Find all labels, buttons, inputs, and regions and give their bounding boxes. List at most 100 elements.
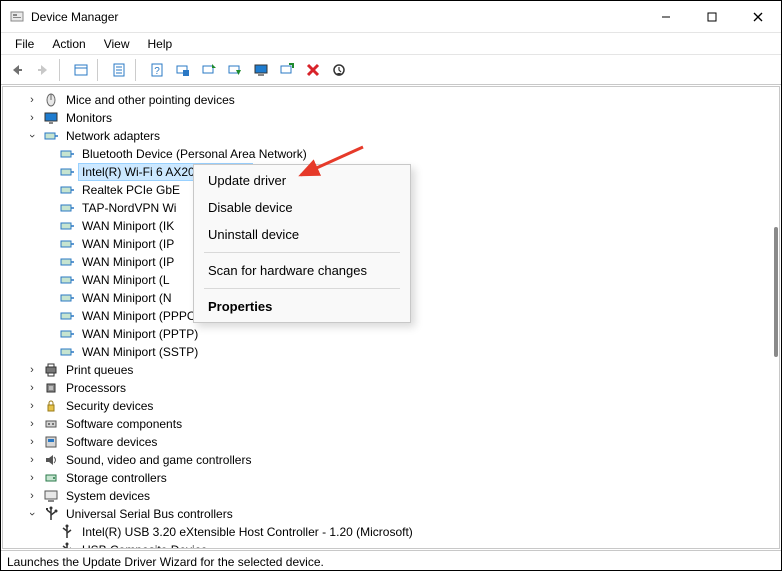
- minimize-button[interactable]: [643, 1, 689, 33]
- component-icon: [43, 416, 59, 432]
- tree-label: Bluetooth Device (Personal Area Network): [79, 146, 310, 162]
- tree-label: USB Composite Device: [79, 542, 210, 549]
- tree-node-monitors[interactable]: › Monitors: [3, 109, 779, 127]
- tree-label: TAP-NordVPN Wi: [79, 200, 179, 216]
- tree-label: System devices: [63, 488, 153, 504]
- usb-controller-icon: [59, 524, 75, 540]
- tree-label: Sound, video and game controllers: [63, 452, 254, 468]
- processor-icon: [43, 380, 59, 396]
- tree-node-usb[interactable]: › Universal Serial Bus controllers: [3, 505, 779, 523]
- menubar: File Action View Help: [1, 33, 781, 55]
- context-menu: Update driver Disable device Uninstall d…: [193, 164, 411, 323]
- chevron-right-icon[interactable]: ›: [25, 489, 39, 503]
- forward-button[interactable]: [31, 58, 55, 82]
- tree-node-swdevices[interactable]: › Software devices: [3, 433, 779, 451]
- tree-label: WAN Miniport (IP: [79, 254, 177, 270]
- ctx-disable-device[interactable]: Disable device: [194, 194, 410, 221]
- help-button[interactable]: ?: [145, 58, 169, 82]
- title-group: Device Manager: [9, 9, 643, 25]
- tree-label: WAN Miniport (IP: [79, 236, 177, 252]
- close-button[interactable]: [735, 1, 781, 33]
- ctx-uninstall-device[interactable]: Uninstall device: [194, 221, 410, 248]
- tree-label: WAN Miniport (PPTP): [79, 326, 201, 342]
- chevron-right-icon[interactable]: ›: [25, 111, 39, 125]
- tree-node-sound[interactable]: › Sound, video and game controllers: [3, 451, 779, 469]
- tree-label: Software devices: [63, 434, 160, 450]
- ctx-properties[interactable]: Properties: [194, 293, 410, 320]
- chevron-right-icon[interactable]: ›: [25, 471, 39, 485]
- scan-hardware-button[interactable]: [171, 58, 195, 82]
- tree-node-net-wan-sstp[interactable]: WAN Miniport (SSTP): [3, 343, 779, 361]
- statusbar: Launches the Update Driver Wizard for th…: [1, 550, 781, 572]
- chevron-down-icon[interactable]: ›: [25, 129, 39, 143]
- menu-file[interactable]: File: [7, 35, 42, 53]
- legacy-hardware-button[interactable]: [327, 58, 351, 82]
- maximize-button[interactable]: [689, 1, 735, 33]
- chevron-right-icon[interactable]: ›: [25, 453, 39, 467]
- network-adapter-icon: [59, 146, 75, 162]
- menu-action[interactable]: Action: [44, 35, 93, 53]
- network-adapter-icon: [59, 200, 75, 216]
- chevron-right-icon[interactable]: ›: [25, 417, 39, 431]
- ctx-update-driver[interactable]: Update driver: [194, 167, 410, 194]
- properties-button[interactable]: [107, 58, 131, 82]
- tree-node-processors[interactable]: › Processors: [3, 379, 779, 397]
- menu-view[interactable]: View: [96, 35, 138, 53]
- network-adapter-icon: [59, 254, 75, 270]
- chevron-right-icon[interactable]: ›: [25, 435, 39, 449]
- usb-controller-icon: [59, 542, 75, 549]
- chevron-right-icon[interactable]: ›: [25, 399, 39, 413]
- tree-label: Software components: [63, 416, 185, 432]
- tree-node-mice[interactable]: › Mice and other pointing devices: [3, 91, 779, 109]
- tree-node-storage[interactable]: › Storage controllers: [3, 469, 779, 487]
- toolbar-separator: [135, 59, 141, 81]
- printer-icon: [43, 362, 59, 378]
- statusbar-text: Launches the Update Driver Wizard for th…: [7, 555, 324, 569]
- chevron-right-icon[interactable]: ›: [25, 93, 39, 107]
- network-adapter-icon: [59, 182, 75, 198]
- tree-node-usb-composite[interactable]: USB Composite Device: [3, 541, 779, 549]
- menu-help[interactable]: Help: [140, 35, 181, 53]
- ctx-separator: [204, 252, 400, 253]
- back-button[interactable]: [5, 58, 29, 82]
- tree-label: WAN Miniport (N: [79, 290, 175, 306]
- show-hidden-button[interactable]: [69, 58, 93, 82]
- svg-text:?: ?: [154, 66, 160, 77]
- tree-node-net-wan-pptp[interactable]: WAN Miniport (PPTP): [3, 325, 779, 343]
- uninstall-button[interactable]: [301, 58, 325, 82]
- usb-icon: [43, 506, 59, 522]
- tree-node-usb-intel[interactable]: Intel(R) USB 3.20 eXtensible Host Contro…: [3, 523, 779, 541]
- network-adapter-icon: [59, 344, 75, 360]
- tree-node-printqueues[interactable]: › Print queues: [3, 361, 779, 379]
- tree-node-swcomponents[interactable]: › Software components: [3, 415, 779, 433]
- tree-label: Processors: [63, 380, 129, 396]
- ctx-separator: [204, 288, 400, 289]
- tree-node-network[interactable]: › Network adapters: [3, 127, 779, 145]
- tree-node-net-bt[interactable]: Bluetooth Device (Personal Area Network): [3, 145, 779, 163]
- network-adapter-icon: [59, 164, 75, 180]
- toolbar-separator: [97, 59, 103, 81]
- tree-label: Realtek PCIe GbE: [79, 182, 183, 198]
- scrollbar-thumb[interactable]: [774, 227, 778, 357]
- chevron-down-icon[interactable]: ›: [25, 507, 39, 521]
- tree-node-system[interactable]: › System devices: [3, 487, 779, 505]
- disable-device-button[interactable]: [223, 58, 247, 82]
- monitor-button[interactable]: [249, 58, 273, 82]
- tree-label: WAN Miniport (L: [79, 272, 173, 288]
- update-driver-button[interactable]: [197, 58, 221, 82]
- system-icon: [43, 488, 59, 504]
- app-icon: [9, 9, 25, 25]
- tree-node-security[interactable]: › Security devices: [3, 397, 779, 415]
- network-adapter-icon: [59, 272, 75, 288]
- add-hardware-button[interactable]: [275, 58, 299, 82]
- tree-label: WAN Miniport (PPPOE): [79, 308, 211, 324]
- tree-label: Security devices: [63, 398, 156, 414]
- toolbar: ?: [1, 55, 781, 85]
- tree-label: WAN Miniport (SSTP): [79, 344, 201, 360]
- ctx-scan-hardware[interactable]: Scan for hardware changes: [194, 257, 410, 284]
- chevron-right-icon[interactable]: ›: [25, 381, 39, 395]
- security-icon: [43, 398, 59, 414]
- network-adapter-icon: [59, 236, 75, 252]
- toolbar-separator: [59, 59, 65, 81]
- chevron-right-icon[interactable]: ›: [25, 363, 39, 377]
